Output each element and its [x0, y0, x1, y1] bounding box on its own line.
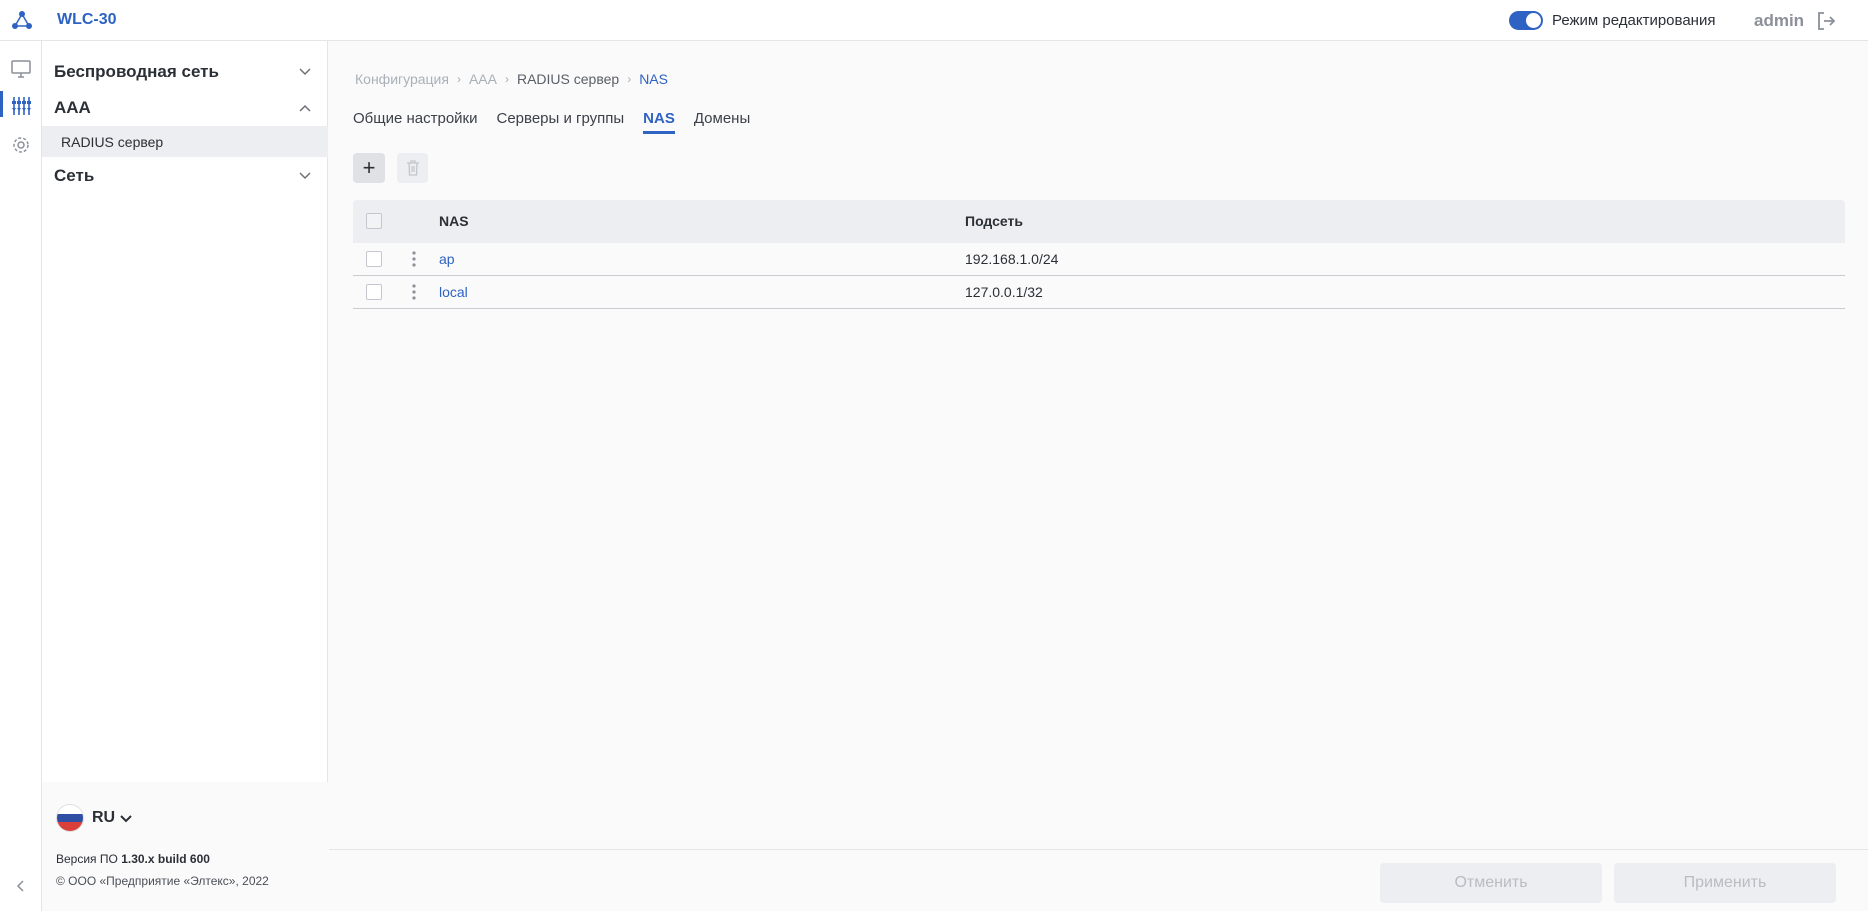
breadcrumb-aaa[interactable]: AAA — [469, 71, 497, 87]
subnet-value: 192.168.1.0/24 — [965, 251, 1059, 267]
tab-bar: Общие настройки Серверы и группы NAS Дом… — [353, 110, 750, 134]
row-checkbox[interactable] — [366, 251, 382, 267]
nas-table: NAS Подсеть ap 192.168.1.0/24 local 127.… — [353, 200, 1845, 309]
tab-nas[interactable]: NAS — [643, 110, 675, 134]
sidebar: Беспроводная сеть AAA RADIUS сервер Сеть… — [42, 41, 328, 911]
bottom-action-bar: Отменить Применить — [329, 849, 1868, 911]
chevron-right-icon: › — [504, 72, 509, 86]
sidebar-group-aaa[interactable]: AAA — [42, 90, 328, 126]
chevron-down-icon — [299, 172, 311, 180]
sidebar-item-radius-server[interactable]: RADIUS сервер — [42, 126, 328, 157]
version-number: 1.30.x build 600 — [121, 852, 210, 866]
nas-name-link[interactable]: ap — [439, 251, 455, 267]
trash-icon — [406, 160, 419, 176]
breadcrumb: Конфигурация › AAA › RADIUS сервер › NAS — [355, 71, 668, 87]
sidebar-footer: RU Версия ПО 1.30.x build 600 © ООО «Пре… — [42, 782, 328, 911]
toggle-knob — [1526, 13, 1541, 28]
top-bar: WLC-30 Режим редактирования admin — [0, 0, 1868, 41]
plus-icon: + — [362, 155, 376, 180]
select-all-checkbox[interactable] — [366, 213, 382, 229]
delete-button[interactable] — [397, 153, 428, 183]
edit-mode-label: Режим редактирования — [1552, 12, 1716, 29]
software-version: Версия ПО 1.30.x build 600 — [56, 852, 210, 866]
edit-mode-toggle[interactable] — [1509, 11, 1543, 30]
apply-button[interactable]: Применить — [1614, 863, 1836, 903]
sidebar-group-wireless[interactable]: Беспроводная сеть — [42, 54, 328, 90]
chevron-down-icon[interactable] — [120, 814, 132, 823]
logout-icon[interactable] — [1815, 10, 1837, 32]
app-title[interactable]: WLC-30 — [57, 11, 117, 29]
copyright: © ООО «Предприятие «Элтекс», 2022 — [56, 874, 269, 888]
chevron-up-icon — [299, 104, 311, 112]
config-sliders-icon[interactable] — [10, 95, 32, 117]
kebab-menu-icon[interactable] — [411, 283, 417, 301]
cancel-button[interactable]: Отменить — [1380, 863, 1602, 903]
sidebar-group-network[interactable]: Сеть — [42, 158, 328, 194]
tab-general-settings[interactable]: Общие настройки — [353, 110, 478, 134]
chevron-right-icon: › — [456, 72, 461, 86]
breadcrumb-configuration[interactable]: Конфигурация — [355, 71, 449, 87]
user-name: admin — [1754, 11, 1805, 30]
table-row[interactable]: ap 192.168.1.0/24 — [353, 243, 1845, 276]
russia-flag-icon[interactable] — [56, 804, 84, 832]
collapse-chevron-icon[interactable] — [14, 879, 28, 893]
column-header-subnet[interactable]: Подсеть — [965, 213, 1023, 229]
table-row[interactable]: local 127.0.0.1/32 — [353, 276, 1845, 309]
chevron-right-icon: › — [627, 72, 632, 86]
add-button[interactable]: + — [353, 153, 385, 183]
tab-domains[interactable]: Домены — [694, 110, 750, 134]
language-selector[interactable]: RU — [92, 809, 115, 827]
rail-active-indicator — [0, 91, 3, 117]
sidebar-group-label: Беспроводная сеть — [54, 62, 219, 81]
main-content: Конфигурация › AAA › RADIUS сервер › NAS… — [329, 41, 1868, 911]
row-checkbox[interactable] — [366, 284, 382, 300]
monitor-icon[interactable] — [10, 58, 32, 80]
table-header: NAS Подсеть — [353, 200, 1845, 243]
tab-servers-groups[interactable]: Серверы и группы — [497, 110, 625, 134]
eltex-logo-icon[interactable] — [11, 10, 33, 30]
sidebar-group-label: Сеть — [54, 166, 95, 185]
breadcrumb-nas: NAS — [639, 71, 668, 87]
breadcrumb-radius-server[interactable]: RADIUS сервер — [517, 71, 619, 87]
sidebar-group-label: AAA — [54, 98, 91, 117]
chevron-down-icon — [299, 68, 311, 76]
subnet-value: 127.0.0.1/32 — [965, 284, 1043, 300]
gear-icon[interactable] — [10, 134, 32, 156]
column-header-nas[interactable]: NAS — [439, 213, 469, 229]
nas-name-link[interactable]: local — [439, 284, 468, 300]
kebab-menu-icon[interactable] — [411, 250, 417, 268]
sidebar-item-label: RADIUS сервер — [61, 133, 164, 150]
icon-rail — [0, 41, 42, 911]
